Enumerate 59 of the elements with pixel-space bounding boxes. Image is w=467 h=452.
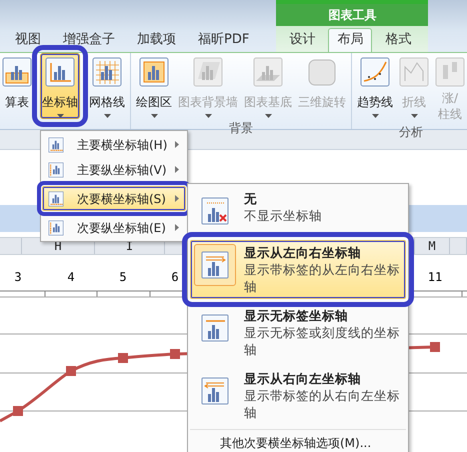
axis-label: 11 — [428, 270, 442, 284]
ribbon-button[interactable]: 算表 — [0, 53, 34, 119]
context-group-title: 图表工具 — [276, 4, 428, 26]
data-marker — [66, 366, 76, 376]
axis-label: 3 — [14, 270, 22, 284]
ribbon-tab[interactable]: 格式 — [376, 28, 420, 52]
axis-chart-icon — [200, 250, 230, 280]
axis-chart-icon — [200, 313, 230, 343]
chart-icon — [139, 57, 169, 87]
group-label: 背景 — [228, 120, 254, 135]
submenu-arrow-icon — [175, 224, 179, 231]
chart-icon — [399, 57, 429, 87]
caret-icon — [410, 114, 418, 118]
caret-icon — [204, 114, 212, 118]
chart-icon — [253, 57, 283, 87]
chart-icon — [360, 57, 390, 87]
chart-icon — [307, 57, 337, 87]
axis-label: 4 — [67, 270, 75, 284]
caret-icon — [56, 114, 64, 118]
data-marker — [118, 353, 128, 363]
ribbon-tab[interactable]: 视图 — [6, 28, 50, 52]
ribbon-tab[interactable]: 增强盒子 — [54, 28, 124, 52]
data-marker — [430, 342, 440, 352]
ribbon-tab[interactable]: 加载项 — [128, 28, 185, 52]
data-marker — [170, 349, 180, 359]
chart-icon — [45, 57, 75, 87]
axis-chart-icon — [47, 190, 65, 208]
menu-item[interactable]: 其他次要横坐标轴选项(M)... — [190, 429, 406, 452]
caret-icon — [372, 114, 378, 118]
submenu-arrow-icon — [175, 166, 179, 173]
submenu-arrow-icon — [175, 141, 179, 148]
axis-chart-icon — [200, 196, 230, 226]
ribbon-tab[interactable]: 福昕PDF — [189, 28, 258, 52]
axis-chart-icon — [47, 136, 65, 154]
menu-item[interactable]: 次要纵坐标轴(E) — [42, 215, 186, 240]
data-marker — [13, 406, 23, 416]
axis-label: 5 — [119, 270, 127, 284]
chart-icon — [193, 57, 223, 87]
submenu-arrow-icon — [175, 195, 179, 202]
caret-icon — [264, 114, 272, 118]
ribbon-button[interactable]: 绘图区 — [134, 53, 174, 119]
axis-chart-icon — [47, 218, 65, 236]
column-header[interactable]: M — [415, 238, 450, 254]
ribbon-button[interactable]: 网格线 — [87, 53, 127, 119]
axis-chart-icon — [47, 160, 65, 178]
menu-option[interactable]: 显示从右向左坐标轴 显示带标签的从右向左坐标轴 — [190, 366, 406, 425]
menu-option[interactable]: 显示无标签坐标轴 显示无标签或刻度线的坐标轴 — [190, 303, 406, 362]
ribbon-button[interactable]: 趋势线 — [355, 53, 395, 124]
chart-icon — [92, 57, 122, 87]
axis-chart-icon — [200, 376, 230, 406]
ribbon-tab[interactable]: 布局 — [328, 28, 372, 52]
chart-icon — [435, 57, 465, 87]
axis-label: 6 — [171, 270, 179, 284]
chart-icon — [2, 57, 32, 87]
caret-icon — [150, 114, 158, 118]
group-label: 分析 — [398, 124, 424, 140]
caret-icon — [104, 114, 110, 118]
menu-item[interactable]: 主要横坐标轴(H) — [42, 132, 186, 157]
ribbon-tab[interactable]: 设计 — [280, 28, 324, 52]
